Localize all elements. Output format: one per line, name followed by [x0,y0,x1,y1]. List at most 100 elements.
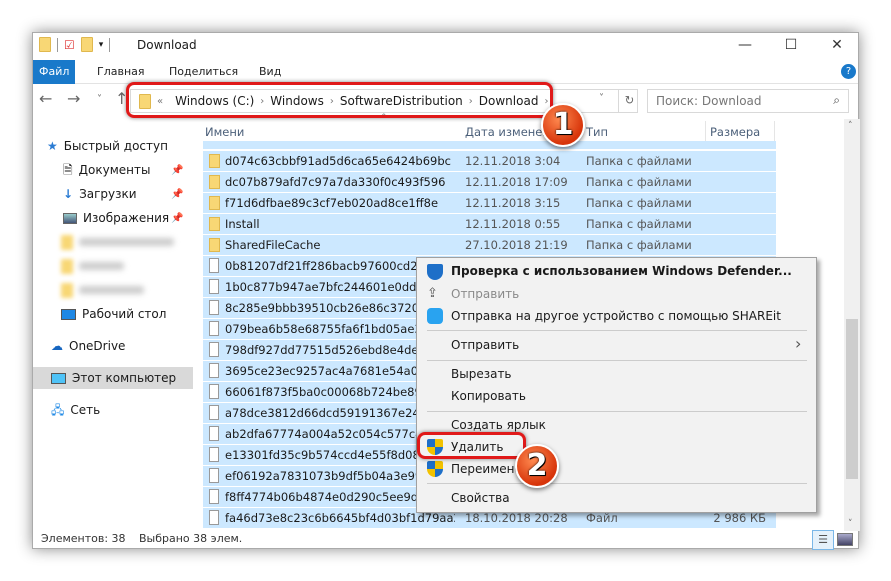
pin-icon[interactable]: 📌 [171,213,183,224]
file-date: 27.10.2018 21:19 [465,238,568,252]
divider [109,37,111,52]
menu-item-create-shortcut[interactable]: Создать ярлык [451,418,546,432]
folder-icon [61,282,73,298]
item-count: Элементов: 38 [41,532,126,545]
folder-icon [209,238,220,252]
table-row[interactable]: Install 12.11.2018 0:55 Папка с файлами [203,214,776,235]
sidebar-item-network[interactable]: 🖧 Сеть [51,399,100,421]
file-type: Папка с файлами [586,154,692,168]
file-icon [209,468,219,483]
file-name: SharedFileCache [225,238,321,252]
file-icon [209,489,219,504]
table-row[interactable]: SharedFileCache 27.10.2018 21:19 Папка с ф… [203,235,776,256]
sidebar-item-pictures[interactable]: Изображения [63,207,169,229]
sidebar-item-this-pc[interactable]: Этот компьютер [33,367,193,389]
tab-file[interactable]: Файл [33,60,75,84]
table-row[interactable]: d074c63cbbf91ad5d6ca65e6424b69bc 12.11.20… [203,151,776,172]
star-icon: ★ [47,139,58,153]
folder-icon [209,175,220,189]
blurred-label [79,238,174,246]
column-header-type[interactable]: Тип [586,121,608,143]
column-header-name[interactable]: Имени [205,121,244,143]
forward-icon[interactable]: → [67,89,80,108]
folder-icon [39,37,51,52]
file-icon [209,258,219,273]
new-folder-icon[interactable] [80,37,93,52]
file-size: 2 986 КБ [713,511,766,525]
file-name: dc07b879afd7c97a7da330f0c493f596 [225,175,446,189]
file-type: Папка с файлами [586,238,692,252]
details-view-icon[interactable]: ☰ [812,530,834,550]
search-placeholder: Поиск: Download [656,94,762,108]
maximize-button[interactable]: ☐ [768,33,814,59]
minimize-button[interactable]: — [722,33,768,59]
sidebar-item-onedrive[interactable]: ☁ OneDrive [51,335,125,357]
folder-icon [61,234,73,250]
selected-count: Выбрано 38 элем. [139,532,243,545]
scroll-up-icon[interactable]: ˄ [848,121,853,131]
onedrive-icon: ☁ [51,339,63,353]
menu-item-copy[interactable]: Копировать [451,389,526,403]
file-icon [209,279,219,294]
address-history-chevron-down-icon[interactable]: ˅ [599,93,604,104]
scroll-down-icon[interactable]: ˅ [848,519,853,529]
sidebar-item-desktop[interactable]: Рабочий стол [61,303,166,325]
menu-item-share[interactable]: Отправить [451,287,519,301]
file-type: Файл [586,511,618,525]
scrollbar-thumb[interactable] [846,319,858,479]
menu-item-properties[interactable]: Свойства [451,491,510,505]
sidebar-item-label: Этот компьютер [72,371,177,385]
file-date: 18.10.2018 20:28 [465,511,568,525]
pin-icon[interactable]: 📌 [171,189,183,200]
navigation-pane: ★ Быстрый доступ 🗎 Документы 📌 ↓ Загрузки 📌… [33,121,195,531]
table-row[interactable] [203,141,776,150]
search-input[interactable]: Поиск: Download ⌕ [647,89,849,113]
documents-icon: 🗎 [63,163,73,177]
folder-icon [209,196,220,210]
file-icon [209,300,219,315]
menu-item-cut[interactable]: Вырезать [451,367,512,381]
file-name: Install [225,217,260,231]
sidebar-item-label: Документы [78,163,151,177]
menu-item-defender-scan[interactable]: Проверка с использованием Windows Defend… [451,264,792,278]
tab-share[interactable]: Поделиться [159,60,248,84]
blurred-label [79,286,144,294]
table-row[interactable]: f71d6dfbae89c3cf7eb020ad8ce1ff8e 12.11.20… [203,193,776,214]
help-icon[interactable]: ? [841,64,856,79]
folder-icon [209,154,220,168]
step-1-badge: 1 [541,103,585,147]
close-button[interactable]: ✕ [814,33,860,59]
sidebar-item-downloads[interactable]: ↓ Загрузки [63,183,137,205]
vertical-scrollbar[interactable]: ˄ ˅ [844,119,860,531]
sidebar-item-label: Изображения [83,211,170,225]
folder-icon [61,258,73,274]
back-icon[interactable]: ← [39,89,52,108]
tab-view[interactable]: Вид [249,60,291,84]
recent-chevron-down-icon[interactable]: ˅ [97,94,102,105]
sidebar-item-blurred[interactable] [61,231,174,253]
file-name: f71d6dfbae89c3cf7eb020ad8ce1ff8e [225,196,439,210]
computer-icon [51,372,66,384]
properties-icon[interactable]: ☑ [64,38,75,52]
sidebar-item-quick-access[interactable]: ★ Быстрый доступ [47,135,168,157]
menu-item-send-to[interactable]: Отправить [451,338,519,352]
sidebar-item-documents[interactable]: 🗎 Документы [63,159,150,181]
large-icons-view-icon[interactable] [837,533,853,546]
delete-highlight [417,432,526,459]
quick-access-dropdown-icon[interactable]: ▾ [99,40,104,50]
pin-icon[interactable]: 📌 [171,165,183,176]
sidebar-item-blurred[interactable] [61,279,144,301]
share-icon: ⇪ [427,286,438,301]
menu-divider [427,411,807,412]
menu-item-shareit[interactable]: Отправка на другое устройство с помощью … [451,309,781,323]
sidebar-item-blurred[interactable] [61,255,124,277]
step-2-badge: 2 [515,444,559,488]
table-row[interactable]: dc07b879afd7c97a7da330f0c493f596 12.11.20… [203,172,776,193]
file-date: 12.11.2018 17:09 [465,175,568,189]
sidebar-item-label: Сеть [70,403,101,417]
file-type: Папка с файлами [586,175,692,189]
refresh-icon[interactable]: ↻ [618,89,640,113]
column-header-size[interactable]: Размера [705,121,775,143]
tab-home[interactable]: Главная [87,60,155,84]
desktop-icon [61,308,76,320]
